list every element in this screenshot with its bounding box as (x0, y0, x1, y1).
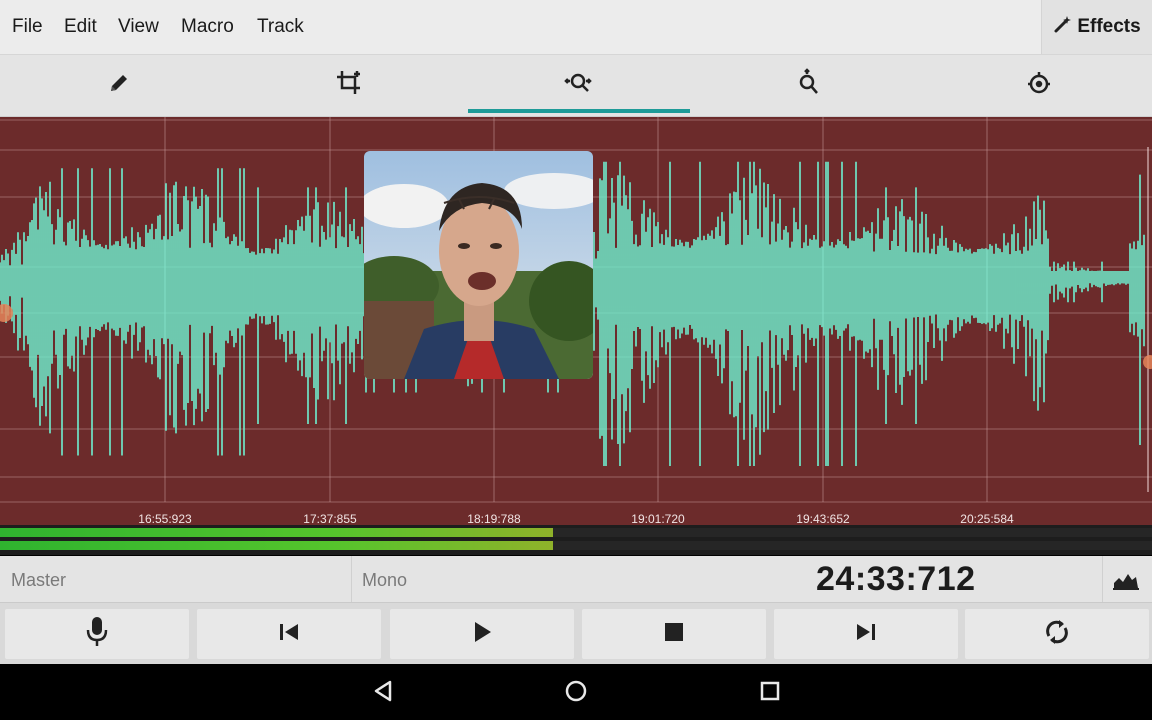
back-button[interactable] (368, 678, 398, 708)
stop-button[interactable] (582, 609, 766, 659)
stop-icon (663, 621, 685, 648)
skip-back-button[interactable] (197, 609, 381, 659)
skip-forward-icon (854, 621, 878, 648)
info-bar: Master Mono 24:33:712 (0, 556, 1152, 603)
tab-center-view[interactable] (924, 55, 1152, 116)
home-circle-icon (564, 679, 588, 708)
microphone-icon (84, 615, 110, 654)
center-view-icon (1024, 69, 1054, 102)
system-nav-bar (0, 664, 1152, 720)
effects-button[interactable]: Effects (1041, 0, 1152, 54)
play-button[interactable] (390, 609, 574, 659)
track-name[interactable]: Master (11, 570, 66, 591)
zoom-vertical-icon (795, 67, 823, 104)
record-button[interactable] (5, 609, 189, 659)
home-button[interactable] (561, 678, 591, 708)
effects-label: Effects (1077, 16, 1141, 37)
time-tick: 19:01:720 (631, 512, 685, 525)
time-tick: 18:19:788 (467, 512, 521, 525)
menu-view[interactable]: View (118, 16, 159, 38)
level-meters (0, 525, 1152, 555)
tab-pencil[interactable] (4, 55, 234, 116)
video-frame (364, 151, 593, 379)
menu-track[interactable]: Track (257, 16, 304, 38)
tool-tabs (0, 55, 1152, 117)
level-left (0, 528, 553, 537)
back-triangle-icon (371, 679, 395, 708)
divider (1102, 556, 1103, 602)
recents-square-icon (758, 679, 782, 708)
transport-bar (0, 603, 1152, 664)
divider (351, 556, 352, 602)
loop-button[interactable] (965, 609, 1149, 659)
magic-wand-icon (1053, 14, 1073, 40)
level-right (0, 541, 553, 550)
menu-edit[interactable]: Edit (64, 16, 97, 38)
spectrum-icon[interactable] (1112, 568, 1140, 595)
skip-back-icon (277, 621, 301, 648)
time-tick: 20:25:584 (960, 512, 1014, 525)
play-icon (471, 620, 493, 649)
skip-forward-button[interactable] (774, 609, 958, 659)
loop-icon (1042, 616, 1072, 653)
tab-zoom-vertical[interactable] (694, 55, 924, 116)
video-preview[interactable] (364, 151, 593, 379)
recents-button[interactable] (755, 678, 785, 708)
tab-zoom-horizontal[interactable] (464, 55, 694, 116)
pencil-icon (106, 70, 132, 101)
left-marker (0, 304, 13, 322)
time-tick: 17:37:855 (303, 512, 357, 525)
channel-mode[interactable]: Mono (362, 570, 407, 591)
time-tick: 19:43:652 (796, 512, 850, 525)
menu-bar: File Edit View Macro Track Effects (0, 0, 1152, 55)
time-tick: 16:55:923 (138, 512, 192, 525)
tab-crop[interactable] (234, 55, 464, 116)
menu-file[interactable]: File (12, 16, 43, 38)
crop-icon (334, 68, 364, 103)
time-display: 24:33:712 (816, 560, 976, 598)
menu-macro[interactable]: Macro (181, 16, 234, 38)
zoom-horizontal-icon (563, 69, 595, 102)
